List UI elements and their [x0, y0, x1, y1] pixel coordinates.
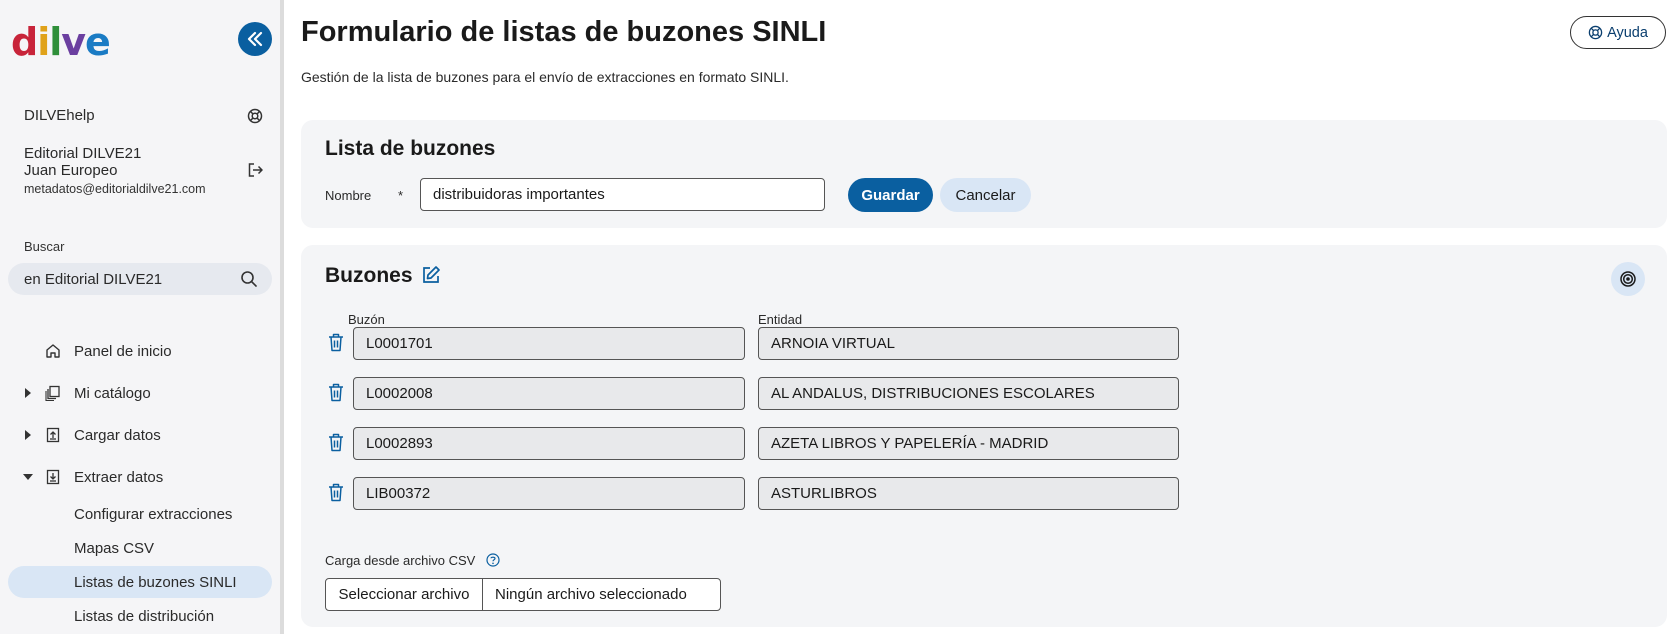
entity-field[interactable]: ARNOIA VIRTUAL	[758, 327, 1179, 360]
lifebuoy-icon	[1588, 25, 1603, 40]
logo-letter: d	[11, 20, 38, 64]
main-content: Formulario de listas de buzones SINLI Ge…	[284, 0, 1675, 634]
help-circle-icon[interactable]	[486, 553, 500, 567]
trash-icon[interactable]	[326, 481, 346, 503]
user-company: Editorial DILVE21	[24, 145, 142, 162]
csv-file-input[interactable]: Seleccionar archivo Ningún archivo selec…	[325, 578, 721, 611]
select-file-button[interactable]: Seleccionar archivo	[326, 579, 483, 610]
help-label: Ayuda	[1607, 24, 1648, 41]
settings-tool-button[interactable]	[1611, 262, 1645, 296]
mailbox-field[interactable]: L0002893	[353, 427, 745, 460]
catalog-icon	[44, 384, 62, 402]
mailboxes-card-title: Buzones	[325, 264, 413, 287]
nav-cargar-datos[interactable]: Cargar datos	[0, 419, 280, 451]
page-subtitle: Gestión de la lista de buzones para el e…	[301, 69, 789, 85]
entity-field[interactable]: ASTURLIBROS	[758, 477, 1179, 510]
nav-panel-inicio[interactable]: Panel de inicio	[0, 335, 280, 367]
name-label: Nombre	[325, 188, 372, 203]
dilve-logo[interactable]: dilve	[11, 20, 111, 64]
download-icon	[44, 468, 62, 486]
collapse-sidebar-button[interactable]	[238, 22, 272, 56]
nav-label: Extraer datos	[74, 468, 164, 486]
caret-down-icon[interactable]	[22, 471, 34, 483]
logout-icon[interactable]	[245, 160, 265, 180]
search-scope: en Editorial DILVE21	[24, 270, 163, 288]
nav-label: Cargar datos	[74, 426, 161, 444]
csv-upload-label: Carga desde archivo CSV	[325, 553, 476, 568]
list-card-title: Lista de buzones	[325, 137, 496, 160]
nav-label: Panel de inicio	[74, 342, 172, 360]
mailbox-field[interactable]: LIB00372	[353, 477, 745, 510]
nav-label: Mi catálogo	[74, 384, 151, 402]
logo-letter: e	[85, 20, 111, 64]
caret-right-icon[interactable]	[22, 387, 34, 399]
nav-extraer-datos[interactable]: Extraer datos	[0, 461, 280, 493]
entity-field[interactable]: AL ANDALUS, DISTRIBUCIONES ESCOLARES	[758, 377, 1179, 410]
cancel-button[interactable]: Cancelar	[940, 178, 1031, 212]
user-email: metadatos@editorialdilve21.com	[24, 182, 206, 196]
trash-icon[interactable]	[326, 431, 346, 453]
user-info: Editorial DILVE21 Juan Europeo metadatos…	[24, 145, 206, 198]
lifebuoy-icon[interactable]	[245, 106, 265, 126]
home-icon	[44, 342, 62, 360]
subnav-configurar-extracciones[interactable]: Configurar extracciones	[8, 498, 272, 530]
search-icon[interactable]	[240, 270, 258, 288]
list-card: Lista de buzones Nombre * distribuidoras…	[301, 120, 1667, 228]
double-chevron-left-icon	[247, 31, 263, 47]
nav-mi-catalogo[interactable]: Mi catálogo	[0, 377, 280, 409]
dilvehelp-link[interactable]: DILVEhelp	[24, 107, 95, 124]
logo-letter: i	[37, 20, 50, 64]
sidebar: dilve DILVEhelp Editorial DILVE21 Juan E…	[0, 0, 280, 634]
caret-right-icon[interactable]	[22, 429, 34, 441]
trash-icon[interactable]	[326, 331, 346, 353]
mailboxes-card: Buzones Buzón Entidad L0001701 ARNOIA VI…	[301, 245, 1667, 627]
mailbox-field[interactable]: L0001701	[353, 327, 745, 360]
logo-letter: v	[61, 20, 86, 64]
search-label: Buscar	[24, 239, 65, 254]
required-mark: *	[398, 188, 404, 203]
subnav-listas-buzones-sinli[interactable]: Listas de buzones SINLI	[8, 566, 272, 598]
search-input[interactable]: en Editorial DILVE21	[8, 263, 272, 295]
upload-icon	[44, 426, 62, 444]
save-button[interactable]: Guardar	[848, 178, 933, 212]
mailbox-field[interactable]: L0002008	[353, 377, 745, 410]
target-icon	[1620, 271, 1636, 287]
trash-icon[interactable]	[326, 381, 346, 403]
subnav-mapas-csv[interactable]: Mapas CSV	[8, 532, 272, 564]
subnav-listas-distribucion[interactable]: Listas de distribución	[8, 600, 272, 632]
file-status: Ningún archivo seleccionado	[495, 586, 687, 603]
help-button[interactable]: Ayuda	[1570, 16, 1666, 49]
name-input[interactable]: distribuidoras importantes	[420, 178, 825, 211]
page-title: Formulario de listas de buzones SINLI	[301, 16, 827, 48]
column-header-entity: Entidad	[758, 312, 803, 327]
edit-icon[interactable]	[421, 265, 441, 285]
entity-field[interactable]: AZETA LIBROS Y PAPELERÍA - MADRID	[758, 427, 1179, 460]
user-name: Juan Europeo	[24, 162, 118, 179]
column-header-mailbox: Buzón	[348, 312, 385, 327]
logo-letter: l	[49, 20, 62, 64]
